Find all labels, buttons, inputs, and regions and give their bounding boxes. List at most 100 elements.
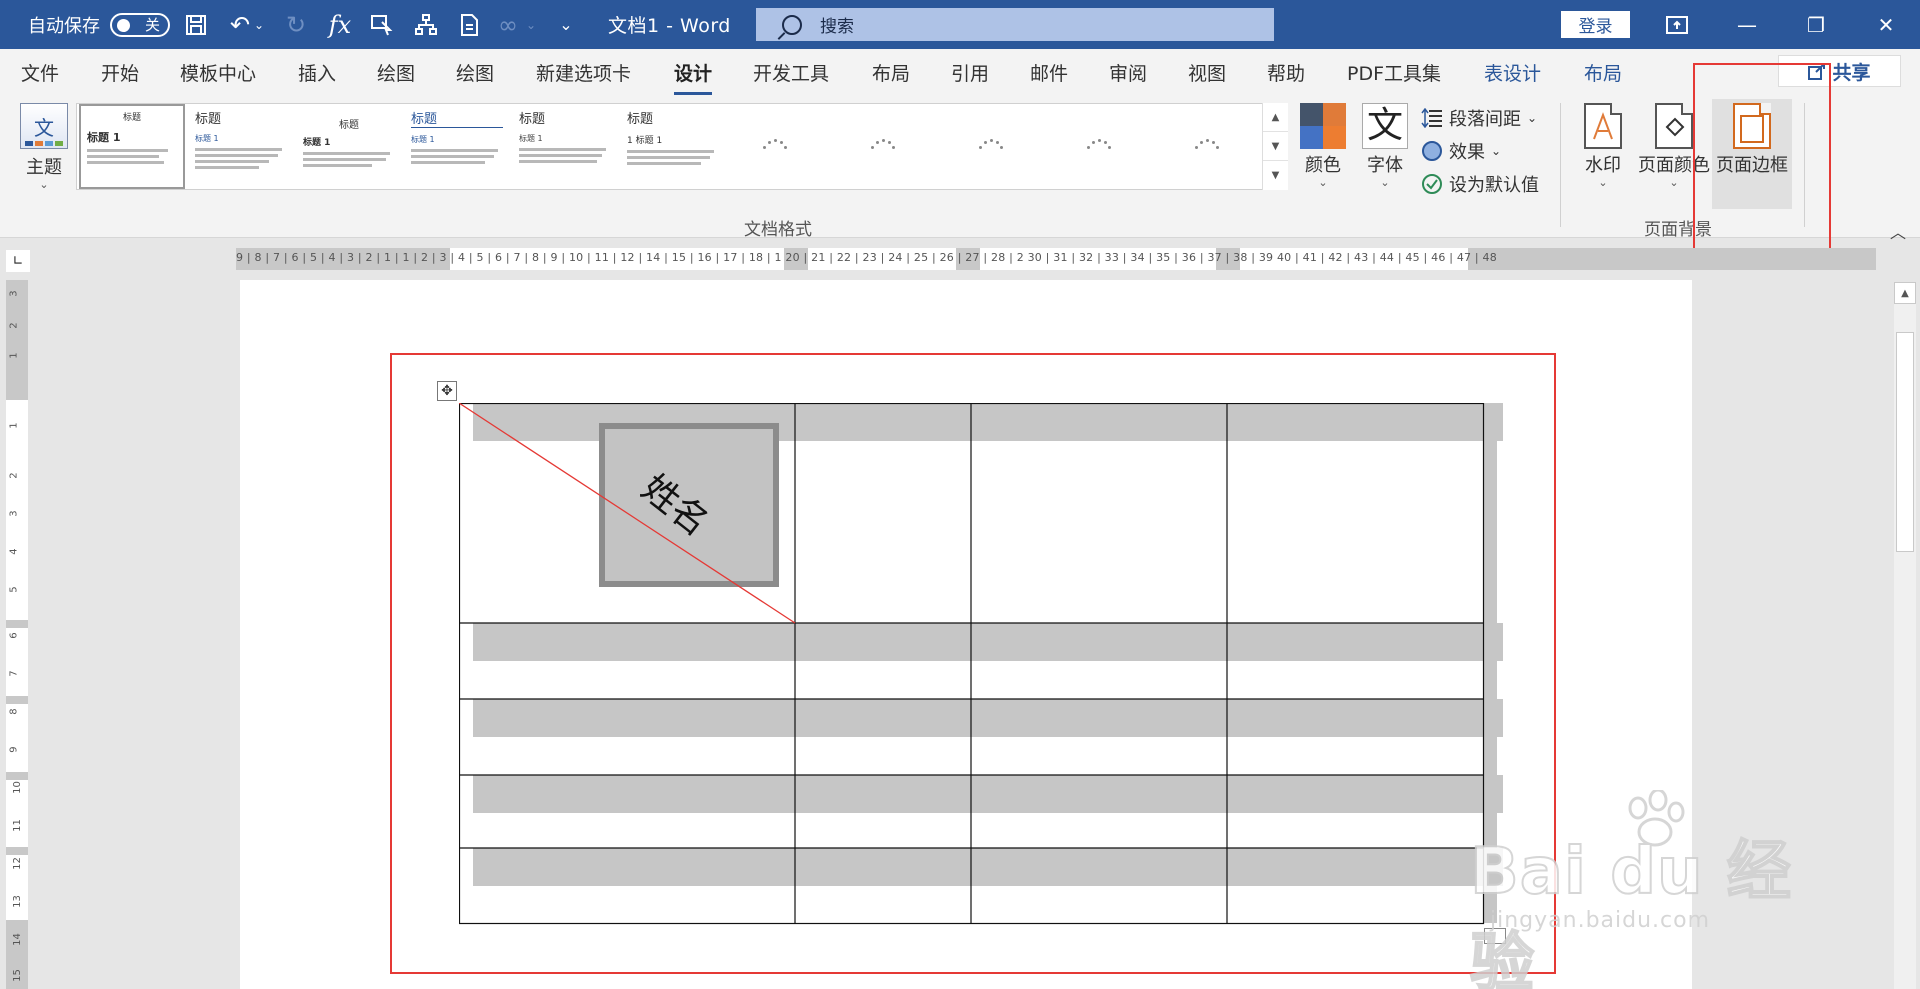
- tab-layout[interactable]: 布局: [872, 59, 910, 86]
- touch-mode-icon[interactable]: [364, 0, 400, 49]
- autosave-label: 自动保存: [28, 15, 100, 37]
- watermark-icon: [1584, 103, 1622, 149]
- tab-pdf-tools[interactable]: PDF工具集: [1347, 59, 1441, 86]
- scroll-thumb[interactable]: [1896, 332, 1914, 552]
- search-placeholder: 搜索: [820, 17, 854, 37]
- tab-developer[interactable]: 开发工具: [753, 59, 829, 86]
- undo-icon[interactable]: ↶: [222, 0, 258, 49]
- style-set-gallery: 标题 标题 1 标题 标题 1 标题 标题 1 标题 标题 1 标题 标题 1 …: [76, 103, 1288, 190]
- style-set-item[interactable]: 标题 标题 1: [79, 104, 185, 189]
- ruler-number: 2: [8, 472, 20, 479]
- loading-icon: [1195, 138, 1219, 154]
- tab-references[interactable]: 引用: [951, 59, 989, 86]
- tab-insert[interactable]: 插入: [298, 59, 336, 86]
- set-as-default-label: 设为默认值: [1449, 175, 1539, 196]
- restore-icon[interactable]: ❐: [1786, 0, 1846, 49]
- ribbon-display-icon[interactable]: [1647, 0, 1707, 49]
- close-icon[interactable]: ✕: [1856, 0, 1916, 49]
- ruler-number: 3: [8, 290, 20, 297]
- chevron-down-icon: ⌄: [1491, 144, 1502, 158]
- tab-template-center[interactable]: 模板中心: [180, 59, 256, 86]
- style-set-item[interactable]: 标题 标题 1: [515, 104, 615, 189]
- ruler-number: 4: [8, 548, 20, 555]
- tab-view[interactable]: 视图: [1188, 59, 1226, 86]
- tab-draw[interactable]: 绘图: [377, 59, 415, 86]
- horizontal-ruler: 9 | 8 | 7 | 6 | 5 | 4 | 3 | 2 | 1 | 1 | …: [236, 248, 1876, 270]
- set-as-default-button[interactable]: 设为默认值: [1421, 171, 1539, 197]
- search-box[interactable]: 搜索: [756, 8, 1274, 41]
- link-icon[interactable]: ∞: [490, 0, 526, 49]
- style-set-item[interactable]: 标题 标题 1: [299, 104, 399, 189]
- group-separator: [1560, 103, 1561, 227]
- ruler-number: 15: [11, 969, 23, 982]
- page-color-icon: [1655, 103, 1693, 149]
- tab-mailings[interactable]: 邮件: [1030, 59, 1068, 86]
- gallery-up-icon[interactable]: ▲: [1263, 103, 1288, 132]
- tab-design[interactable]: 设计: [674, 59, 713, 95]
- chevron-down-icon: ⌄: [1598, 176, 1608, 189]
- chevron-down-icon: ⌄: [39, 178, 49, 191]
- ruler-number: 10: [11, 781, 23, 794]
- paragraph-spacing-icon: [1421, 107, 1443, 129]
- org-chart-icon[interactable]: [408, 0, 444, 49]
- style-set-heading: 标题 1: [519, 134, 543, 143]
- watermark-button[interactable]: 水印 ⌄: [1578, 103, 1628, 188]
- ruler-number: 8: [8, 708, 20, 715]
- diagonal-line: [459, 403, 796, 624]
- style-set-item[interactable]: 标题 标题 1: [191, 104, 291, 189]
- tab-review[interactable]: 审阅: [1109, 59, 1147, 86]
- themes-button[interactable]: 文 主题 ⌄: [16, 103, 72, 190]
- ruler-number: 7: [8, 670, 20, 677]
- style-set-title: 标题: [411, 108, 503, 128]
- effects-button[interactable]: 效果 ⌄: [1421, 138, 1501, 164]
- minimize-icon[interactable]: —: [1717, 0, 1777, 49]
- save-icon[interactable]: [178, 0, 214, 49]
- tab-file[interactable]: 文件: [21, 59, 59, 86]
- redo-icon[interactable]: ↻: [278, 0, 314, 49]
- vertical-scrollbar[interactable]: ▲: [1894, 282, 1916, 989]
- autosave-toggle[interactable]: 关: [110, 0, 170, 49]
- style-set-heading: 标题 1: [195, 134, 219, 143]
- link-dropdown-icon[interactable]: ⌄: [526, 0, 536, 49]
- ruler-number: 5: [8, 586, 20, 593]
- effects-icon: [1421, 140, 1443, 162]
- baidu-watermark: Bai du 经验 jingyan.baidu.com: [1469, 790, 1830, 989]
- tab-table-design[interactable]: 表设计: [1484, 59, 1541, 86]
- colors-label: 颜色: [1305, 155, 1341, 176]
- collapse-ribbon-icon[interactable]: ︿: [1890, 219, 1906, 243]
- tab-new-tab[interactable]: 新建选项卡: [536, 59, 631, 86]
- share-label: 共享: [1832, 61, 1871, 84]
- style-set-item[interactable]: 标题 1 标题 1: [623, 104, 723, 189]
- gallery-more-icon[interactable]: ▼: [1263, 161, 1288, 190]
- themes-label: 主题: [26, 157, 62, 178]
- chevron-down-icon: ⌄: [1527, 111, 1538, 125]
- customize-icon[interactable]: ⌄: [548, 0, 584, 49]
- gallery-down-icon[interactable]: ▼: [1263, 132, 1288, 161]
- tab-selector-icon[interactable]: ∟: [6, 250, 30, 272]
- ruler-number: 9: [8, 746, 20, 753]
- loading-icon: [979, 138, 1003, 154]
- fonts-button[interactable]: 文 字体 ⌄: [1360, 103, 1410, 188]
- tab-help[interactable]: 帮助: [1267, 59, 1305, 86]
- colors-icon: [1300, 103, 1346, 149]
- scroll-up-icon[interactable]: ▲: [1894, 282, 1916, 304]
- ruler-number: 12: [11, 857, 23, 870]
- ruler-number: 6: [8, 632, 20, 639]
- style-set-item[interactable]: 标题 标题 1: [407, 104, 507, 189]
- effects-label: 效果: [1449, 142, 1485, 163]
- tab-draw-2[interactable]: 绘图: [456, 59, 494, 86]
- ruler-number: 11: [11, 819, 23, 832]
- ruler-numbers: 9 | 8 | 7 | 6 | 5 | 4 | 3 | 2 | 1 | 1 | …: [236, 251, 1497, 264]
- table-move-handle-icon[interactable]: ✥: [437, 381, 457, 401]
- checkmark-icon: [1421, 173, 1443, 195]
- ribbon-tabs: 文件 开始 模板中心 插入 绘图 绘图 新建选项卡 设计 开发工具 布局 引用 …: [0, 49, 1920, 95]
- page-borders-callout-box: [1693, 63, 1831, 263]
- login-button[interactable]: 登录: [1561, 11, 1630, 38]
- tab-table-layout[interactable]: 布局: [1584, 59, 1622, 86]
- function-icon[interactable]: fx: [322, 0, 358, 49]
- colors-button[interactable]: 颜色 ⌄: [1298, 103, 1348, 188]
- undo-dropdown-icon[interactable]: ⌄: [254, 0, 264, 49]
- document-icon[interactable]: [452, 0, 488, 49]
- tab-home[interactable]: 开始: [101, 59, 139, 86]
- paragraph-spacing-button[interactable]: 段落间距 ⌄: [1421, 105, 1537, 131]
